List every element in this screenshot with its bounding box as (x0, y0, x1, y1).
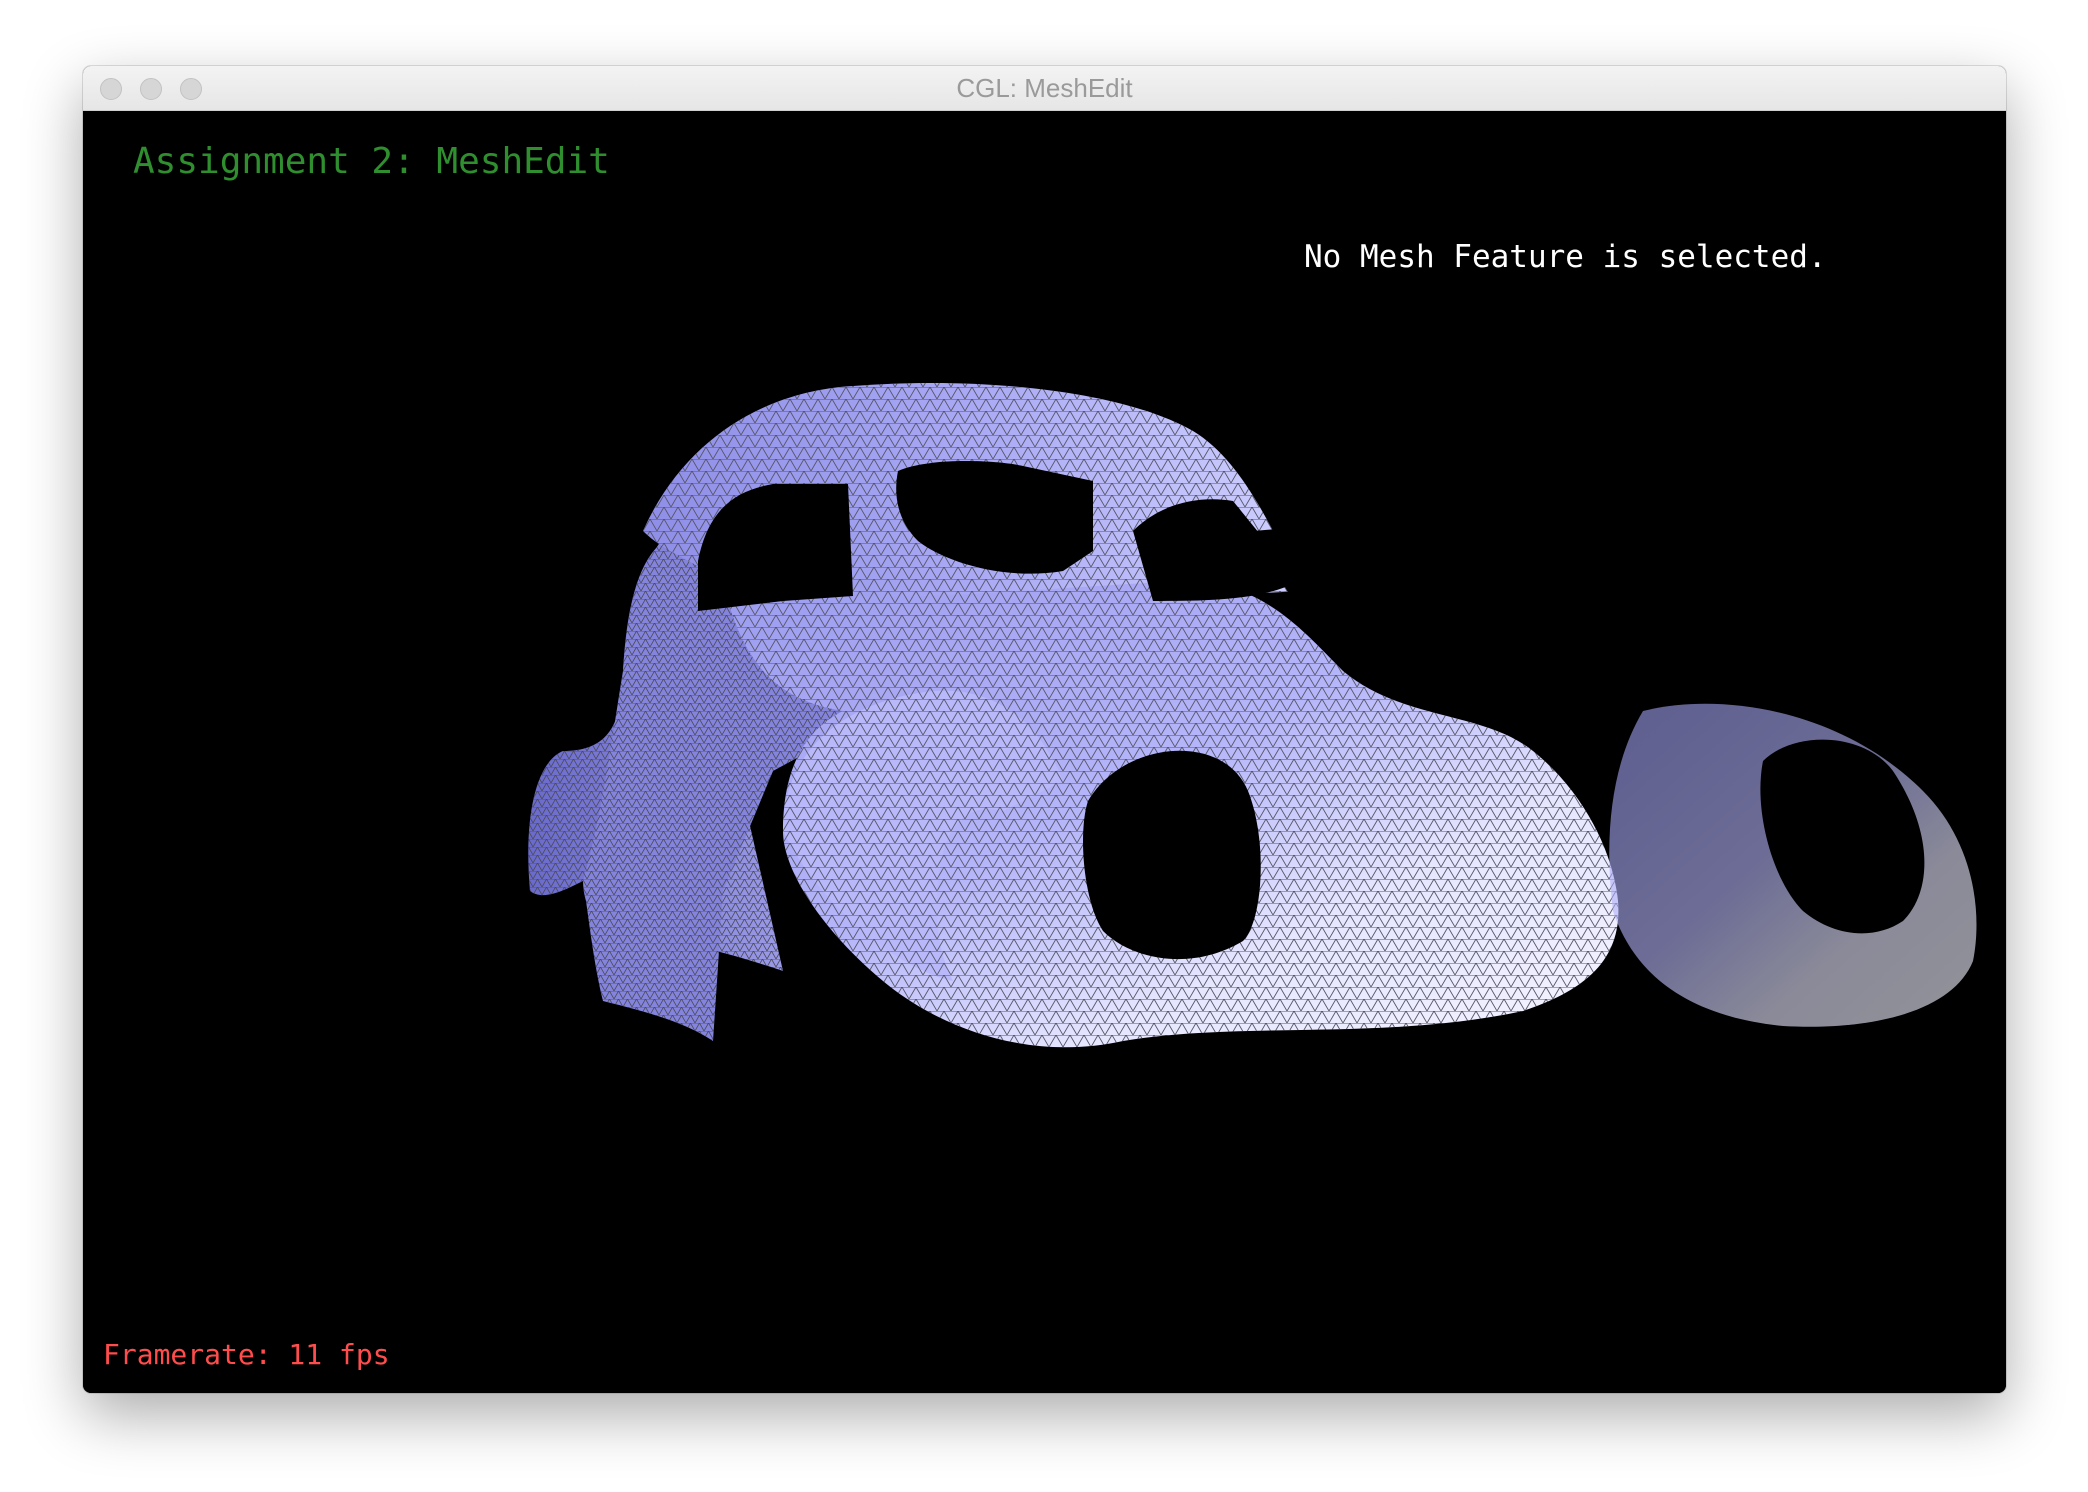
front-window-hole (1253, 521, 1443, 609)
selection-status: No Mesh Feature is selected. (1304, 239, 1827, 275)
framerate-readout: Framerate: 11 fps (103, 1338, 390, 1371)
assignment-heading: Assignment 2: MeshEdit (133, 141, 610, 182)
window-title: CGL: MeshEdit (956, 73, 1133, 103)
car-mesh[interactable] (83, 111, 2006, 1393)
app-window: CGL: MeshEdit Assignment 2: MeshEdit No … (83, 66, 2006, 1393)
render-viewport[interactable]: Assignment 2: MeshEdit No Mesh Feature i… (83, 111, 2006, 1393)
left-headlight-hole (1083, 750, 1261, 960)
window-titlebar[interactable]: CGL: MeshEdit (83, 66, 2006, 111)
